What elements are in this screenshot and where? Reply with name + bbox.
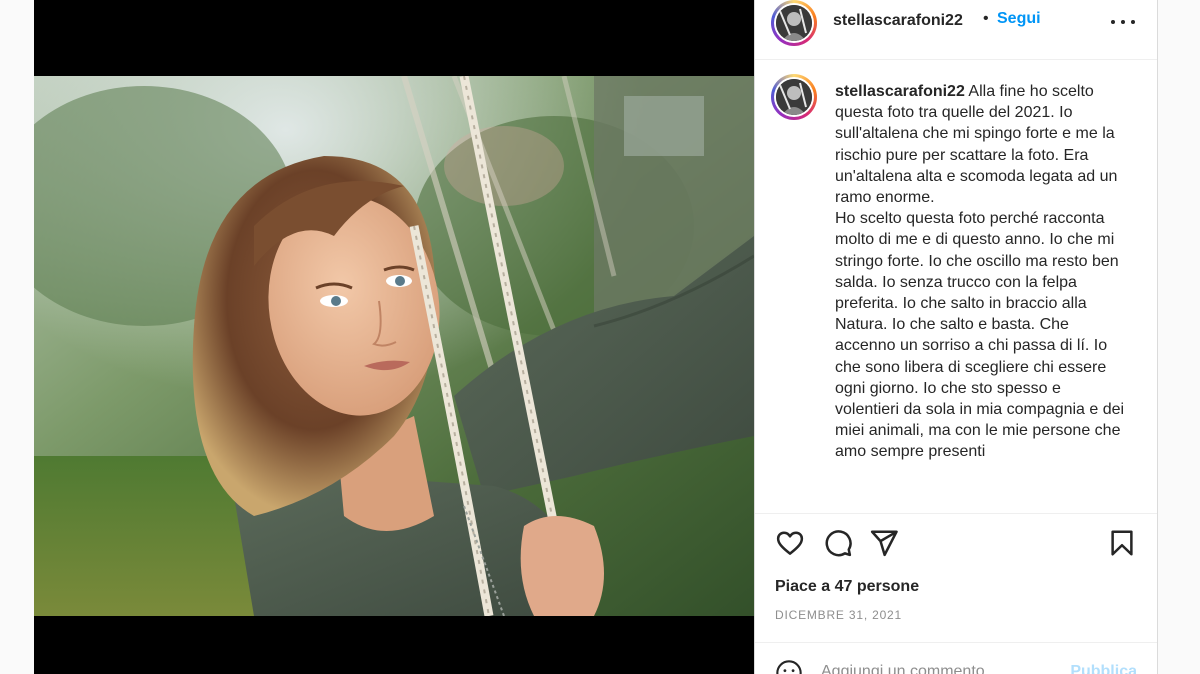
avatar-border [774, 3, 814, 43]
post-photo[interactable] [34, 76, 754, 616]
bookmark-icon [1111, 530, 1133, 556]
caption-body: Alla fine ho scelto questa foto tra quel… [835, 83, 1125, 461]
share-button[interactable] [869, 528, 899, 558]
like-button[interactable] [775, 528, 805, 558]
follow-button[interactable]: Segui [997, 10, 1041, 28]
author-avatar[interactable] [771, 0, 817, 46]
caption-username-link[interactable]: stellascarafoni22 [835, 83, 965, 100]
separator-dot: • [983, 10, 989, 27]
post-actions-bar [755, 522, 1157, 566]
emoji-button[interactable] [775, 659, 803, 674]
more-options-icon[interactable] [1111, 12, 1135, 32]
dot [1131, 20, 1135, 24]
paper-plane-icon [870, 530, 898, 557]
post-media [34, 0, 754, 674]
comment-bubble-icon [825, 530, 852, 557]
smiley-icon [776, 660, 802, 674]
post-header: stellascarafoni22 • Segui [755, 0, 1157, 60]
heart-icon [776, 531, 804, 555]
avatar-image [776, 5, 812, 41]
comment-input[interactable] [821, 663, 1051, 674]
dot [1121, 20, 1125, 24]
avatar-border [774, 77, 814, 117]
add-comment-bar: Pubblica [755, 642, 1157, 674]
instagram-post: stellascarafoni22 • Segui stellascarafon… [34, 0, 1158, 674]
author-username-link[interactable]: stellascarafoni22 [833, 12, 963, 30]
post-date: DICEMBRE 31, 2021 [775, 608, 902, 622]
post-side-panel: stellascarafoni22 • Segui stellascarafon… [754, 0, 1158, 674]
comment-button[interactable] [823, 528, 853, 558]
save-button[interactable] [1107, 528, 1137, 558]
caption-author-avatar[interactable] [771, 74, 817, 120]
publish-button[interactable]: Pubblica [1070, 663, 1137, 674]
avatar-image [776, 79, 812, 115]
caption-scroll-area[interactable]: stellascarafoni22 Alla fine ho scelto qu… [755, 61, 1157, 514]
post-caption: stellascarafoni22 Alla fine ho scelto qu… [835, 81, 1127, 463]
page: stellascarafoni22 • Segui stellascarafon… [0, 0, 1200, 674]
likes-count-link[interactable]: Piace a 47 persone [775, 578, 919, 596]
dot [1111, 20, 1115, 24]
